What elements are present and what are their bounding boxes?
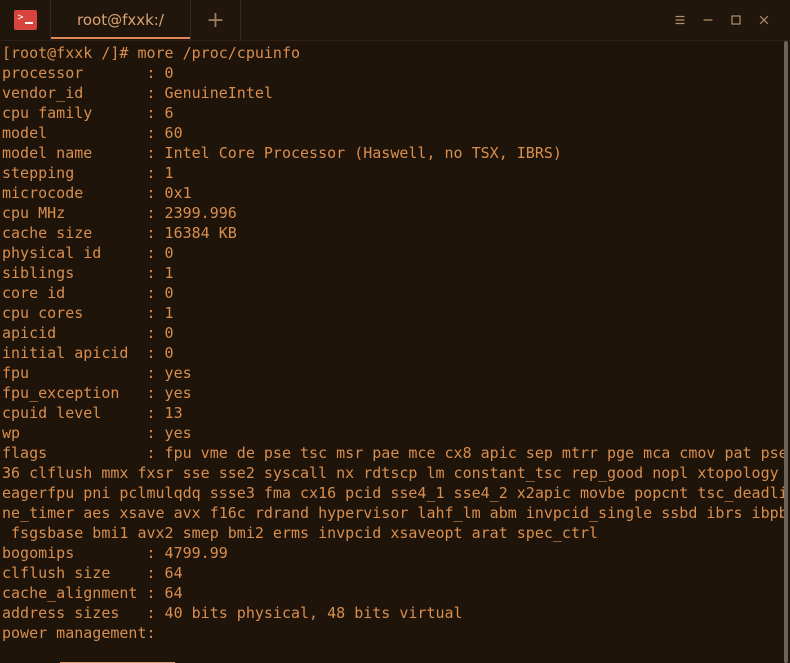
minimize-button[interactable] xyxy=(694,0,722,40)
terminal-line: clflush size : 64 xyxy=(2,564,183,582)
terminal-line: bogomips : 4799.99 xyxy=(2,544,228,562)
terminal-line: processor : 0 xyxy=(2,64,174,82)
terminal-window: > root@fxxk:/ + [root@fxxk /]# more /pro… xyxy=(0,0,790,663)
terminal-line: wp : yes xyxy=(2,424,192,442)
terminal-line: cpu MHz : 2399.996 xyxy=(2,204,237,222)
terminal-line: microcode : 0x1 xyxy=(2,184,192,202)
terminal-line: fpu_exception : yes xyxy=(2,384,192,402)
terminal-line: 36 clflush mmx fxsr sse sse2 syscall nx … xyxy=(2,464,779,482)
terminal-line: model : 60 xyxy=(2,124,183,142)
terminal-line: eagerfpu pni pclmulqdq ssse3 fma cx16 pc… xyxy=(2,484,788,502)
terminal-line: flags : fpu vme de pse tsc msr pae mce c… xyxy=(2,444,788,462)
terminal-line: vendor_id : GenuineIntel xyxy=(2,84,273,102)
title-bar: > root@fxxk:/ + xyxy=(0,0,790,41)
terminal-line: cpuid level : 13 xyxy=(2,404,183,422)
terminal-screen[interactable]: [root@fxxk /]# more /proc/cpuinfo process… xyxy=(0,41,790,663)
hamburger-icon xyxy=(675,15,685,25)
new-tab-button[interactable]: + xyxy=(191,0,241,40)
close-button[interactable] xyxy=(750,0,778,40)
terminal-icon: > xyxy=(13,10,37,30)
terminal-line: address sizes : 40 bits physical, 48 bit… xyxy=(2,604,463,622)
terminal-line: power management: xyxy=(2,624,156,642)
minimize-icon xyxy=(703,19,713,21)
titlebar-spacer xyxy=(241,0,666,40)
terminal-line: initial apicid : 0 xyxy=(2,344,174,362)
terminal-line: [root@fxxk /]# more /proc/cpuinfo xyxy=(2,44,301,62)
maximize-button[interactable] xyxy=(722,0,750,40)
plus-icon: + xyxy=(206,7,225,33)
terminal-scrollbar[interactable] xyxy=(784,41,788,663)
terminal-line: ne_timer aes xsave avx f16c rdrand hyper… xyxy=(2,504,788,522)
terminal-line: cache_alignment : 64 xyxy=(2,584,183,602)
terminal-line: apicid : 0 xyxy=(2,324,174,342)
terminal-line: stepping : 1 xyxy=(2,164,174,182)
scrollbar-thumb[interactable] xyxy=(784,41,788,663)
tab-root-fxxk[interactable]: root@fxxk:/ xyxy=(50,0,191,40)
maximize-icon xyxy=(731,15,741,25)
close-icon xyxy=(759,15,769,25)
prompt-chevron-icon: > xyxy=(17,12,24,23)
terminal-line: core id : 0 xyxy=(2,284,174,302)
prompt-underscore-icon xyxy=(24,22,33,24)
window-controls xyxy=(666,0,790,40)
menu-button[interactable] xyxy=(666,0,694,40)
terminal-line: siblings : 1 xyxy=(2,264,174,282)
terminal-line: physical id : 0 xyxy=(2,244,174,262)
terminal-line: model name : Intel Core Processor (Haswe… xyxy=(2,144,562,162)
terminal-line: cache size : 16384 KB xyxy=(2,224,237,242)
terminal-line: cpu family : 6 xyxy=(2,104,174,122)
tab-label: root@fxxk:/ xyxy=(77,11,164,29)
app-icon-wrap: > xyxy=(0,0,50,40)
terminal-line: cpu cores : 1 xyxy=(2,304,174,322)
terminal-line: fsgsbase bmi1 avx2 smep bmi2 erms invpci… xyxy=(2,524,599,542)
terminal-line: fpu : yes xyxy=(2,364,192,382)
pager-status-line: --More--(0%) xyxy=(2,643,790,663)
terminal-output: [root@fxxk /]# more /proc/cpuinfo process… xyxy=(2,43,790,643)
